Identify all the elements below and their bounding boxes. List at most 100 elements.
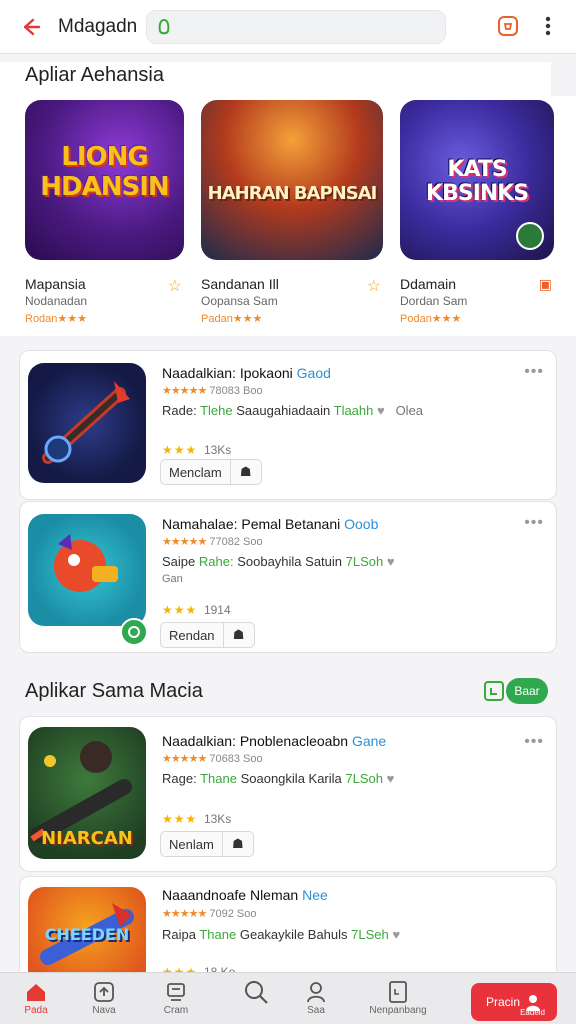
more-options-icon[interactable]: •••	[524, 733, 544, 751]
featured-app-name: Mapansia	[25, 276, 86, 292]
download-icon: ☗	[239, 464, 252, 479]
cart-icon	[498, 16, 518, 36]
more-options-icon[interactable]: •••	[524, 363, 544, 381]
app-title: Naadalkian: Ipokaoni	[162, 365, 293, 381]
app-list-item[interactable]: Naadalkian: Ipokaoni Gaod ★★★★★ 78083 Bo…	[19, 350, 557, 500]
more-menu-button[interactable]	[536, 14, 560, 38]
meta-count: 7092 Soo	[209, 908, 257, 920]
app-name: Namahalae: Pemal Betanani Ooob	[162, 516, 378, 532]
meta-stars: ★★★★★	[162, 908, 207, 920]
app-description: Rage: Thane Soaongkila Karila 7LSoh ♥	[162, 771, 394, 786]
app-title: Naadalkian: Pnoblenacleoabn	[162, 733, 349, 749]
app-rating: ★★★ 13Ks	[162, 443, 231, 457]
verified-badge-icon	[516, 222, 544, 250]
featured-app-card[interactable]: HAHRAN BAPNSAI Sandanan Ill Oopansa Sam …	[201, 100, 383, 325]
wishlist-star-icon[interactable]: ☆	[367, 276, 381, 296]
desc-highlight: Thane	[199, 927, 237, 942]
app-category-tag: Gaod	[296, 365, 331, 381]
app-icon	[28, 514, 146, 626]
meta-stars: ★★★★★	[162, 536, 207, 548]
nav-cta-label: Pracin	[485, 995, 520, 1009]
wishlist-star-icon[interactable]: ☆	[168, 276, 182, 296]
rating-stars: ★★★	[162, 812, 198, 826]
person-icon	[286, 979, 346, 1005]
install-button-label: Rendan	[161, 623, 224, 647]
featured-app-name: Ddamain	[400, 276, 457, 292]
featured-app-rating: Padan★★★	[201, 313, 263, 325]
featured-app-card[interactable]: LIONG HDANSIN Mapansia Nodanadan Rodan★★…	[25, 100, 184, 325]
featured-app-card[interactable]: KATS KBSINKS Ddamain Dordan Sam Podan★★★…	[400, 100, 554, 325]
rating-count: 1914	[203, 603, 231, 617]
featured-art-title: LIONG HDANSIN	[40, 142, 169, 202]
app-list-item[interactable]: Namahalae: Pemal Betanani Ooob ★★★★★ 770…	[19, 501, 557, 653]
nav-item-library[interactable]: Nenpanbang	[360, 979, 436, 1016]
app-category-tag: Gane	[351, 733, 387, 749]
app-list-item[interactable]: NIARCAN Naadalkian: Pnoblenacleoabn Gane…	[19, 716, 557, 872]
app-title: Namahalae: Pemal Betanani	[162, 516, 341, 532]
search-input[interactable]	[177, 18, 427, 35]
desc-part: Saaugahiadaain	[236, 403, 331, 418]
featured-app-rating: Rodan★★★	[25, 313, 87, 325]
app-category-tag: Ooob	[344, 516, 379, 532]
guitar-art-icon	[42, 381, 130, 464]
desc-highlight: Tlaahh	[333, 403, 374, 418]
more-vertical-icon	[545, 16, 551, 36]
meta-count: 77082 Soo	[209, 536, 263, 548]
download-icon: ☗	[232, 627, 245, 642]
tablet-icon	[360, 979, 436, 1005]
rating-count: 13Ks	[203, 443, 232, 457]
home-icon	[6, 979, 66, 1005]
desc-highlight: 7LSeh	[351, 927, 389, 942]
app-rating: ★★★ 1914	[162, 603, 231, 617]
app-art-title: NIARCAN	[41, 828, 133, 849]
desc-part: Rage:	[162, 771, 197, 786]
heart-icon: ♥	[386, 771, 395, 786]
see-all-label: Baar	[506, 678, 548, 704]
rating-stars: ★★★	[162, 443, 198, 457]
search-bar[interactable]	[146, 9, 446, 44]
download-icon: ☗	[231, 836, 244, 851]
app-meta: ★★★★★ 77082 Soo	[162, 535, 263, 548]
nav-item-cram[interactable]: Cram	[146, 979, 206, 1016]
featured-app-developer: Oopansa Sam	[201, 294, 278, 308]
desc-highlight: Thane	[200, 771, 237, 786]
nav-item-nava[interactable]: Nava	[74, 979, 134, 1016]
nav-item-profile[interactable]: Saa	[286, 979, 346, 1016]
app-description: Raipa Thane Geakaykile Bahuls 7LSeh ♥	[162, 927, 400, 942]
app-list-item[interactable]: CHEEDEN Naaandnoafe Nleman Nee ★★★★★ 709…	[19, 876, 557, 987]
nav-label: Pada	[24, 1005, 48, 1016]
app-name: Naadalkian: Ipokaoni Gaod	[162, 365, 331, 381]
upload-icon	[74, 979, 134, 1005]
back-button[interactable]	[8, 5, 52, 49]
install-button[interactable]: Nenlam ☗	[160, 831, 254, 857]
install-button-label: Nenlam	[161, 832, 223, 856]
app-icon	[28, 363, 146, 483]
desc-part: Rade:	[162, 403, 197, 418]
bookmark-icon[interactable]: ▣	[539, 276, 552, 293]
more-options-icon[interactable]: •••	[524, 514, 544, 532]
featured-app-rating: Podan★★★	[400, 313, 462, 325]
app-category-tag: Nee	[302, 887, 328, 903]
grid-icon	[484, 681, 504, 701]
app-name: Naaandnoafe Nleman Nee	[162, 887, 328, 903]
meta-count: 78083 Boo	[209, 385, 263, 397]
featured-app-art: LIONG HDANSIN	[25, 100, 184, 260]
nav-cta-button[interactable]: Pracin Eadeid	[471, 983, 557, 1021]
see-all-button[interactable]: Baar	[484, 677, 550, 705]
nav-item-home[interactable]: Pada	[6, 979, 66, 1016]
install-button[interactable]: Menclam ☗	[160, 459, 262, 485]
bottom-navigation: Pada Nava Cram Saa Nenpanbang Pracin Ead…	[0, 972, 576, 1024]
app-art-title: CHEEDEN	[44, 925, 130, 944]
desc-highlight: 7LSoh	[345, 771, 383, 786]
nav-label: Nava	[92, 1005, 116, 1016]
nav-item-search[interactable]	[226, 979, 286, 1005]
cart-button[interactable]	[496, 14, 520, 38]
app-extra-text: Gan	[162, 573, 183, 585]
install-button[interactable]: Rendan ☗	[160, 622, 255, 648]
nav-label: Cram	[163, 1005, 189, 1016]
desc-highlight: Rahe:	[198, 554, 234, 569]
app-meta: ★★★★★ 78083 Boo	[162, 384, 263, 397]
app-icon: NIARCAN	[28, 727, 146, 859]
rating-count: 13Ks	[203, 812, 232, 826]
install-button-label: Menclam	[161, 460, 231, 484]
